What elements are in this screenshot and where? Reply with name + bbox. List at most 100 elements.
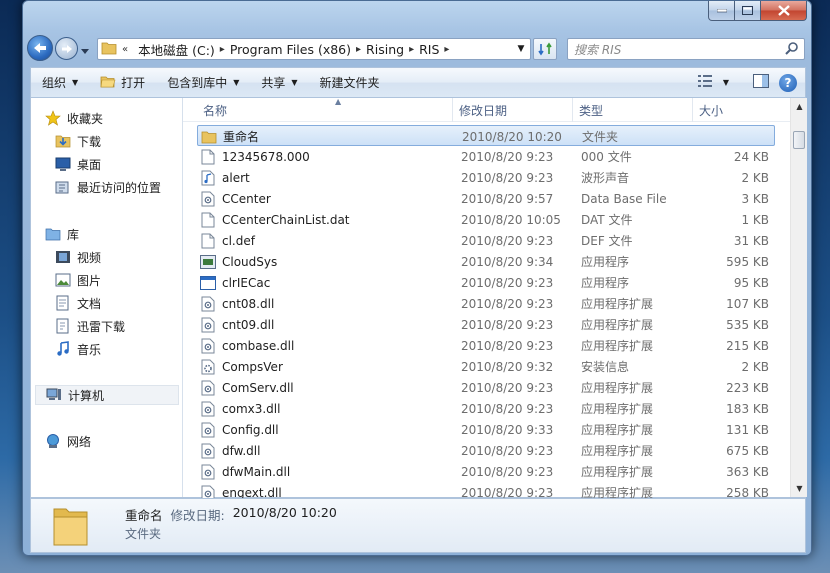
sidebar-item-desktop[interactable]: 桌面 [55, 154, 101, 174]
file-name-cell[interactable]: cnt09.dll [197, 314, 453, 335]
breadcrumb-program-files[interactable]: Program Files (x86) [225, 42, 356, 57]
new-folder-button[interactable]: 新建文件夹 [309, 68, 391, 97]
downloads-folder-icon [55, 135, 71, 148]
file-type: 应用程序 [581, 276, 630, 290]
column-name[interactable]: 名称 ▲ [197, 97, 453, 122]
file-name-cell[interactable]: 12345678.000 [197, 146, 453, 167]
file-row[interactable]: alert 2010/8/20 9:23 波形声音 2 KB [197, 167, 775, 188]
file-name-cell[interactable]: CompsVer [197, 356, 453, 377]
sidebar-item-label: 收藏夹 [67, 111, 104, 126]
breadcrumb-separator-icon[interactable]: ▸ [444, 44, 449, 55]
file-date: 2010/8/20 9:32 [461, 359, 554, 374]
file-date: 2010/8/20 9:23 [461, 317, 554, 332]
file-row[interactable]: cnt09.dll 2010/8/20 9:23 应用程序扩展 535 KB [197, 314, 775, 335]
file-row[interactable]: clrIECac 2010/8/20 9:23 应用程序 95 KB [197, 272, 775, 293]
file-row[interactable]: CCenterChainList.dat 2010/8/20 10:05 DAT 文… [197, 209, 775, 230]
view-dropdown-icon[interactable]: ▼ [723, 78, 729, 87]
breadcrumb-overflow[interactable]: « [117, 44, 133, 55]
sidebar-item-thunder[interactable]: 迅雷下载 [55, 316, 125, 336]
column-date[interactable]: 修改日期 [453, 98, 573, 122]
file-name-cell[interactable]: CCenter [197, 188, 453, 209]
breadcrumb-ris[interactable]: RIS [414, 42, 444, 57]
sidebar-item-computer[interactable]: 计算机 [35, 385, 179, 405]
file-icon [200, 149, 216, 165]
forward-button[interactable] [55, 37, 78, 60]
vertical-scrollbar[interactable]: ▲ ▼ [790, 98, 807, 497]
open-button[interactable]: 打开 [89, 68, 156, 97]
file-name-cell[interactable]: alert [197, 167, 453, 188]
file-row[interactable]: dfw.dll 2010/8/20 9:23 应用程序扩展 675 KB [197, 440, 775, 461]
include-in-library-menu[interactable]: 包含到库中 ▼ [156, 68, 250, 97]
file-name-cell[interactable]: CCenterChainList.dat [197, 209, 453, 230]
file-row[interactable]: ComServ.dll 2010/8/20 9:23 应用程序扩展 223 KB [197, 377, 775, 398]
file-row[interactable]: CompsVer 2010/8/20 9:32 安装信息 2 KB [197, 356, 775, 377]
file-row[interactable]: 12345678.000 2010/8/20 9:23 000 文件 24 KB [197, 146, 775, 167]
file-row[interactable]: cnt08.dll 2010/8/20 9:23 应用程序扩展 107 KB [197, 293, 775, 314]
scroll-down-icon[interactable]: ▼ [791, 480, 808, 497]
breadcrumb-rising[interactable]: Rising [361, 42, 409, 57]
file-row[interactable]: 重命名 2010/8/20 10:20 文件夹 [197, 125, 775, 146]
file-size [692, 126, 770, 147]
recent-pages-dropdown[interactable] [81, 44, 89, 58]
minimize-button[interactable] [708, 1, 735, 21]
file-row[interactable]: cl.def 2010/8/20 9:23 DEF 文件 31 KB [197, 230, 775, 251]
library-icon [45, 228, 61, 241]
share-menu[interactable]: 共享 ▼ [250, 68, 308, 97]
scroll-up-icon[interactable]: ▲ [791, 98, 808, 115]
file-row[interactable]: Config.dll 2010/8/20 9:33 应用程序扩展 131 KB [197, 419, 775, 440]
file-name-cell[interactable]: Config.dll [197, 419, 453, 440]
file-name-cell[interactable]: 重命名 [198, 126, 454, 147]
scrollbar-thumb[interactable] [793, 131, 805, 149]
file-type: 应用程序扩展 [581, 318, 654, 332]
column-size-label: 大小 [699, 103, 724, 118]
dll-icon [200, 317, 216, 333]
sidebar-item-videos[interactable]: 视频 [55, 247, 101, 267]
file-name-cell[interactable]: dfw.dll [197, 440, 453, 461]
address-bar[interactable]: « 本地磁盘 (C:) ▸ Program Files (x86) ▸ Risi… [97, 38, 531, 60]
recent-places-icon [55, 181, 69, 194]
view-options-icon[interactable] [697, 74, 713, 91]
file-date: 2010/8/20 9:23 [461, 233, 554, 248]
organize-menu[interactable]: 组织 ▼ [31, 68, 89, 97]
file-name-cell[interactable]: CloudSys [197, 251, 453, 272]
caption-buttons [708, 1, 807, 22]
back-button[interactable] [27, 35, 53, 61]
file-row[interactable]: combase.dll 2010/8/20 9:23 应用程序扩展 215 KB [197, 335, 775, 356]
file-row[interactable]: dfwMain.dll 2010/8/20 9:23 应用程序扩展 363 KB [197, 461, 775, 482]
file-row[interactable]: CloudSys 2010/8/20 9:34 应用程序 595 KB [197, 251, 775, 272]
file-name-cell[interactable]: comx3.dll [197, 398, 453, 419]
file-type: 文件夹 [582, 130, 619, 144]
search-icon[interactable] [785, 41, 799, 58]
file-name-cell[interactable]: dfwMain.dll [197, 461, 453, 482]
preview-pane-icon[interactable] [753, 74, 769, 91]
sidebar-item-libraries[interactable]: 库 [45, 224, 79, 244]
file-name-cell[interactable]: ComServ.dll [197, 377, 453, 398]
search-input[interactable]: 搜索 RIS [567, 38, 805, 60]
breadcrumb-drive[interactable]: 本地磁盘 (C:) [133, 40, 220, 59]
sidebar-item-recent[interactable]: 最近访问的位置 [55, 177, 161, 197]
sidebar-item-favorites[interactable]: 收藏夹 [45, 108, 103, 128]
column-size[interactable]: 大小 [693, 98, 783, 122]
address-dropdown-button[interactable]: ▼ [512, 44, 530, 54]
file-name: CloudSys [222, 254, 278, 269]
close-button[interactable] [761, 1, 807, 21]
file-name-cell[interactable]: clrIECac [197, 272, 453, 293]
file-size: 1 KB [741, 212, 769, 227]
sidebar-item-downloads[interactable]: 下载 [55, 131, 101, 151]
file-date: 2010/8/20 9:23 [461, 275, 554, 290]
refresh-button[interactable] [533, 38, 557, 60]
sidebar-item-pictures[interactable]: 图片 [55, 270, 101, 290]
file-name-cell[interactable]: cl.def [197, 230, 453, 251]
file-name-cell[interactable]: combase.dll [197, 335, 453, 356]
file-row[interactable]: comx3.dll 2010/8/20 9:23 应用程序扩展 183 KB [197, 398, 775, 419]
maximize-button[interactable] [735, 1, 761, 21]
sidebar-item-music[interactable]: 音乐 [55, 339, 101, 359]
dll-icon [200, 464, 216, 480]
sidebar-item-documents[interactable]: 文档 [55, 293, 101, 313]
details-name: 重命名 [125, 508, 163, 523]
file-row[interactable]: CCenter 2010/8/20 9:57 Data Base File 3 KB [197, 188, 775, 209]
help-icon[interactable]: ? [779, 73, 797, 92]
column-type[interactable]: 类型 [573, 98, 693, 122]
sidebar-item-network[interactable]: 网络 [45, 431, 91, 451]
file-name-cell[interactable]: cnt08.dll [197, 293, 453, 314]
